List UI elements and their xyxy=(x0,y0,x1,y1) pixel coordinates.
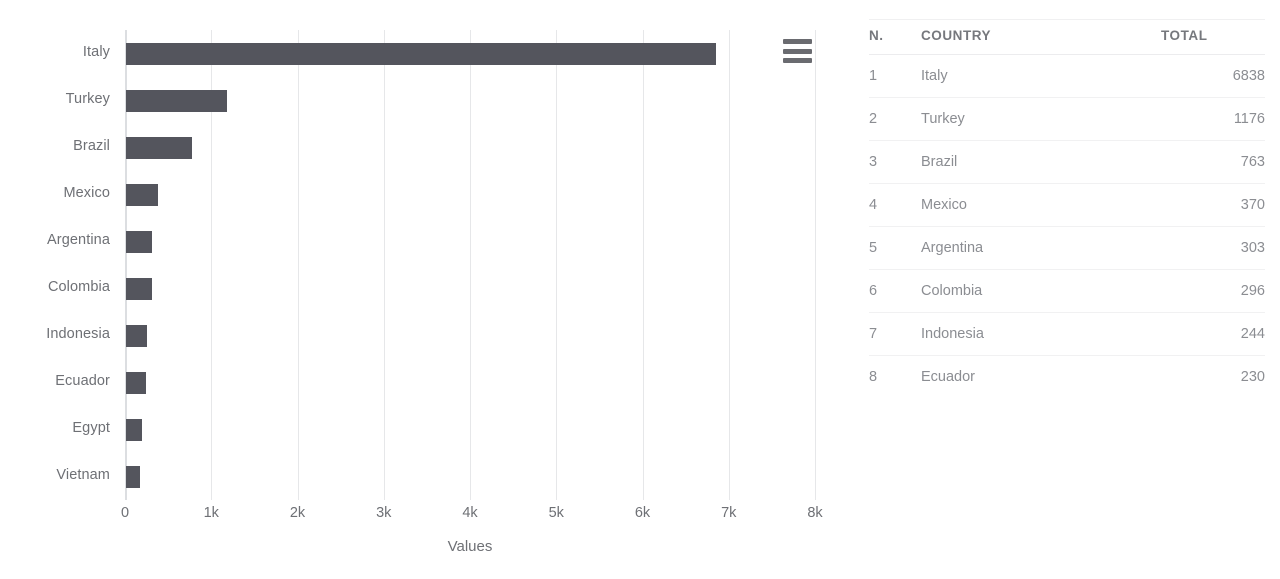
y-axis-category-labels: Italy Turkey Brazil Mexico Argentina Colombia… xyxy=(0,0,110,500)
table-row[interactable]: 8 Ecuador 230 xyxy=(869,356,1265,399)
y-axis-label-indonesia: Indonesia xyxy=(46,325,110,342)
x-tick-8k: 8k xyxy=(807,505,823,521)
cell-rank: 4 xyxy=(869,183,921,227)
table-header-row: N. COUNTRY TOTAL xyxy=(869,19,1265,55)
gridline-5k xyxy=(556,30,558,500)
y-axis-label-italy: Italy xyxy=(82,43,110,60)
cell-country: Italy xyxy=(921,54,1161,98)
bar-ecuador[interactable] xyxy=(126,371,146,394)
column-header-n[interactable]: N. xyxy=(869,19,921,55)
hamburger-bar-2 xyxy=(783,48,812,54)
x-tick-1k: 1k xyxy=(203,505,219,521)
cell-country: Brazil xyxy=(921,140,1161,184)
x-tick-2k: 2k xyxy=(289,505,306,521)
cell-total: 244 xyxy=(1161,312,1265,356)
bar-colombia[interactable] xyxy=(126,277,152,300)
cell-total: 6838 xyxy=(1161,54,1265,98)
cell-rank: 7 xyxy=(869,312,921,356)
y-axis-label-brazil: Brazil xyxy=(73,137,110,154)
bar-argentina[interactable] xyxy=(126,230,153,253)
dashboard-root: Italy Turkey Brazil Mexico Argentina Colombia… xyxy=(0,0,1280,579)
gridline-7k xyxy=(728,30,730,500)
bar-brazil[interactable] xyxy=(126,136,192,159)
table-row[interactable]: 4 Mexico 370 xyxy=(869,183,1265,227)
y-axis-label-turkey: Turkey xyxy=(65,90,110,107)
hamburger-bar-1 xyxy=(783,39,812,44)
table-row[interactable]: 5 Argentina 303 xyxy=(869,226,1265,270)
cell-total: 230 xyxy=(1240,369,1265,385)
cell-total: 303 xyxy=(1161,226,1265,270)
table-row[interactable]: 6 Colombia 296 xyxy=(869,269,1265,313)
x-axis-title: Values xyxy=(447,538,493,555)
cell-country: Colombia xyxy=(921,269,1161,313)
y-axis-label-vietnam: Vietnam xyxy=(56,466,110,483)
x-tick-0: 0 xyxy=(120,505,130,521)
gridline-8k xyxy=(815,30,816,500)
y-axis-label-colombia: Colombia xyxy=(47,278,110,295)
bar-mexico[interactable] xyxy=(126,183,158,206)
gridline-3k xyxy=(383,30,385,500)
hamburger-menu-icon[interactable] xyxy=(783,39,812,63)
cell-country: Turkey xyxy=(921,97,1161,141)
table-body: 1 Italy 6838 2 Turkey 1176 3 Brazil 763 4 Mexico 37… xyxy=(869,54,1265,399)
bar-vietnam[interactable] xyxy=(126,465,141,488)
column-header-country[interactable]: COUNTRY xyxy=(921,19,1161,55)
x-tick-5k: 5k xyxy=(548,505,564,521)
ranking-table-panel: N. COUNTRY TOTAL 1 Italy 6838 2 Turkey 1176 3 B… xyxy=(869,19,1265,398)
cell-total: 296 xyxy=(1161,269,1265,313)
cell-rank: 2 xyxy=(869,97,921,141)
bar-egypt[interactable] xyxy=(126,418,142,441)
column-header-total[interactable]: TOTAL xyxy=(1161,19,1265,55)
table-row[interactable]: 7 Indonesia 244 xyxy=(869,312,1265,356)
table-head: N. COUNTRY TOTAL xyxy=(869,19,1265,55)
cell-rank: 3 xyxy=(869,140,921,184)
gridline-4k xyxy=(470,30,471,500)
bar-turkey[interactable] xyxy=(126,89,228,112)
cell-rank: 8 xyxy=(869,369,878,385)
bar-chart-panel: Italy Turkey Brazil Mexico Argentina Colombia… xyxy=(0,0,850,579)
x-axis-tick-labels: 0 1k 2k 3k 4k 5k 6k 7k 8k xyxy=(0,505,850,535)
bar-indonesia[interactable] xyxy=(126,324,148,347)
cell-rank: 1 xyxy=(869,54,921,98)
x-tick-6k: 6k xyxy=(634,505,651,521)
x-tick-7k: 7k xyxy=(721,505,737,521)
y-axis-label-egypt: Egypt xyxy=(72,419,110,436)
cell-rank: 5 xyxy=(869,226,921,270)
ranking-table: N. COUNTRY TOTAL 1 Italy 6838 2 Turkey 1176 3 B… xyxy=(869,19,1265,398)
gridline-2k xyxy=(297,30,299,500)
cell-total: 763 xyxy=(1161,140,1265,184)
cell-total: 370 xyxy=(1161,183,1265,227)
table-row[interactable]: 3 Brazil 763 xyxy=(869,140,1265,184)
cell-country: Indonesia xyxy=(921,312,1161,356)
y-axis-label-argentina: Argentina xyxy=(47,231,110,248)
cell-country: Ecuador xyxy=(921,369,976,385)
cell-total: 1176 xyxy=(1161,97,1265,141)
y-axis-label-mexico: Mexico xyxy=(63,184,110,201)
cell-country: Mexico xyxy=(921,183,1161,227)
table-row[interactable]: 2 Turkey 1176 xyxy=(869,97,1265,141)
bar-italy[interactable] xyxy=(126,42,716,65)
x-tick-3k: 3k xyxy=(376,505,392,521)
cell-rank: 6 xyxy=(869,269,921,313)
cell-country: Argentina xyxy=(921,226,1161,270)
x-tick-4k: 4k xyxy=(462,505,478,521)
plot-area xyxy=(125,30,816,500)
hamburger-bar-3 xyxy=(783,58,812,63)
gridline-6k xyxy=(642,30,644,500)
table-row[interactable]: 1 Italy 6838 xyxy=(869,54,1265,98)
y-axis-label-ecuador: Ecuador xyxy=(55,372,110,389)
